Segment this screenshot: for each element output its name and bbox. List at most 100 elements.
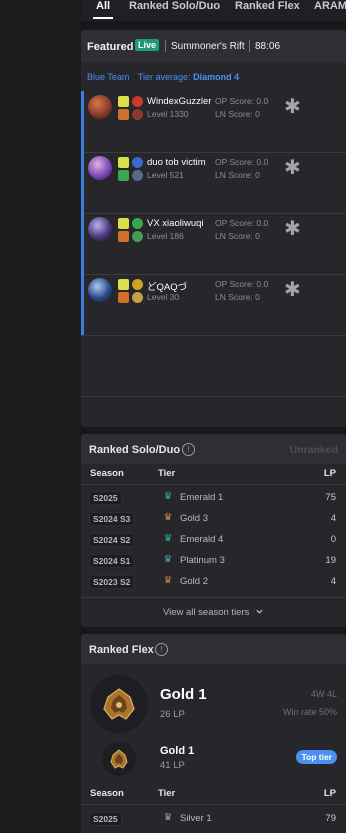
tier-average-label: Tier average: <box>137 72 191 82</box>
silver-tier-icon: ♛ <box>163 812 173 823</box>
season-row: S2025 ♛ Silver 1 79 <box>81 808 346 829</box>
ln-score: LN Score: 0 <box>215 170 260 180</box>
season-badge: S2025 <box>89 812 122 826</box>
active-tab-indicator <box>93 17 113 19</box>
tier-name: Emerald 1 <box>180 492 224 503</box>
summoner-spell-icon <box>118 157 129 168</box>
featured-title: Featured <box>87 41 134 53</box>
rune-icon <box>132 292 143 303</box>
ln-score: LN Score: 0 <box>215 231 260 241</box>
player-row[interactable]: duo tob victim Level 521 OP Score: 0.0 L… <box>81 152 346 214</box>
lp-value: 4 <box>330 576 336 587</box>
rune-icon <box>132 157 143 168</box>
section-header: Ranked Flex ! <box>81 634 346 664</box>
ranked-solo-duo-card: Ranked Solo/Duo ! Unranked Season Tier L… <box>81 434 346 627</box>
season-badge: S2024 S1 <box>89 554 135 568</box>
season-badge: S2024 S2 <box>89 533 135 547</box>
tab-aram[interactable]: ARAM <box>314 0 346 12</box>
flex-lp: 26 LP <box>160 709 185 720</box>
tab-all[interactable]: All <box>96 0 110 12</box>
team-color-bar <box>81 213 84 274</box>
empty-row <box>81 396 346 428</box>
team-color-bar <box>81 152 84 213</box>
champion-portrait <box>88 217 112 241</box>
tier-name: Emerald 4 <box>180 534 224 545</box>
player-level: Level 1330 <box>147 109 189 119</box>
column-header-tier: Tier <box>158 468 176 479</box>
champion-portrait <box>88 95 112 119</box>
season-badge: S2023 S2 <box>89 575 135 589</box>
ranked-status: Unranked <box>289 444 338 456</box>
player-name[interactable]: duo tob victim <box>147 157 206 168</box>
season-badge: S2025 <box>89 491 122 505</box>
star-icon[interactable]: ✱ <box>284 155 301 179</box>
ranked-flex-card: Ranked Flex ! Gold 1 26 LP 4W 4L Win rat… <box>81 634 346 833</box>
op-score: OP Score: 0.0 <box>215 279 269 289</box>
summoner-spell-icon <box>118 231 129 242</box>
player-row[interactable]: WindexGuzzler Level 1330 OP Score: 0.0 L… <box>81 91 346 153</box>
tier-name: Silver 1 <box>180 813 212 824</box>
view-all-label: View all season tiers <box>162 607 250 618</box>
star-icon[interactable]: ✱ <box>284 277 301 301</box>
left-pane <box>0 0 81 833</box>
lp-value: 19 <box>325 555 336 566</box>
player-row[interactable]: どQAQづ Level 30 OP Score: 0.0 LN Score: 0… <box>81 274 346 336</box>
player-level: Level 521 <box>147 170 184 180</box>
lp-value: 4 <box>330 513 336 524</box>
player-level: Level 186 <box>147 231 184 241</box>
win-loss: 4W 4L <box>310 689 337 699</box>
column-header-lp: LP <box>323 788 336 799</box>
divider <box>81 804 346 805</box>
summoner-spell-icon <box>118 109 129 120</box>
season-row: S2024 S3 ♛ Gold 3 4 <box>81 508 346 529</box>
tab-ranked-solo-duo[interactable]: Ranked Solo/Duo <box>129 0 220 12</box>
season-row: S2024 S2 ♛ Emerald 4 0 <box>81 529 346 550</box>
divider <box>81 484 346 485</box>
tier-name: Gold 3 <box>180 513 208 524</box>
team-name: Blue Team <box>87 72 130 82</box>
live-badge: Live <box>135 39 160 51</box>
season-row: S2025 ♛ Emerald 1 75 <box>81 487 346 508</box>
summoner-spell-icon <box>118 96 129 107</box>
view-all-season-tiers-button[interactable]: View all season tiers <box>81 597 346 628</box>
tier-name: Gold 2 <box>180 576 208 587</box>
summoner-spell-icon <box>118 292 129 303</box>
column-header-season: Season <box>90 468 124 479</box>
flex-tier: Gold 1 <box>160 686 207 703</box>
info-icon[interactable]: ! <box>182 443 195 456</box>
platinum-tier-icon: ♛ <box>163 554 173 565</box>
top-tier-badge: Top tier <box>296 750 337 764</box>
tier-average-value: Diamond 4 <box>193 72 240 82</box>
win-rate: Win rate 50% <box>282 707 337 717</box>
star-icon[interactable]: ✱ <box>284 94 301 118</box>
rune-icon <box>132 170 143 181</box>
lp-value: 79 <box>325 813 336 824</box>
peak-tier: Gold 1 <box>160 745 195 757</box>
player-name[interactable]: WindexGuzzler <box>147 96 211 107</box>
tab-ranked-flex[interactable]: Ranked Flex <box>235 0 300 12</box>
player-row[interactable]: VX xiaoliwuqi Level 186 OP Score: 0.0 LN… <box>81 213 346 275</box>
champion-portrait <box>88 156 112 180</box>
tier-name: Platinum 3 <box>180 555 225 566</box>
rune-icon <box>132 231 143 242</box>
game-mode-tabs: All Ranked Solo/Duo Ranked Flex ARAM <box>81 0 346 21</box>
gold-tier-icon: ♛ <box>163 575 173 586</box>
summoner-spell-icon <box>118 218 129 229</box>
summoner-spell-icon <box>118 279 129 290</box>
player-name[interactable]: VX xiaoliwuqi <box>147 218 204 229</box>
star-icon[interactable]: ✱ <box>284 216 301 240</box>
gold-emblem-icon <box>102 742 136 776</box>
lp-value: 75 <box>325 492 336 503</box>
featured-game-card: Featured Live Summoner's Rift 88:06 Blue… <box>81 30 346 427</box>
team-summary: Blue Team Tier average: Diamond 4 <box>87 72 239 82</box>
summoner-spell-icon <box>118 170 129 181</box>
info-icon[interactable]: ! <box>155 643 168 656</box>
season-badge: S2024 S3 <box>89 512 135 526</box>
column-header-lp: LP <box>323 468 336 479</box>
player-name[interactable]: どQAQづ <box>147 279 187 293</box>
op-score: OP Score: 0.0 <box>215 157 269 167</box>
emerald-tier-icon: ♛ <box>163 491 173 502</box>
divider <box>249 40 250 52</box>
ln-score: LN Score: 0 <box>215 109 260 119</box>
ln-score: LN Score: 0 <box>215 292 260 302</box>
